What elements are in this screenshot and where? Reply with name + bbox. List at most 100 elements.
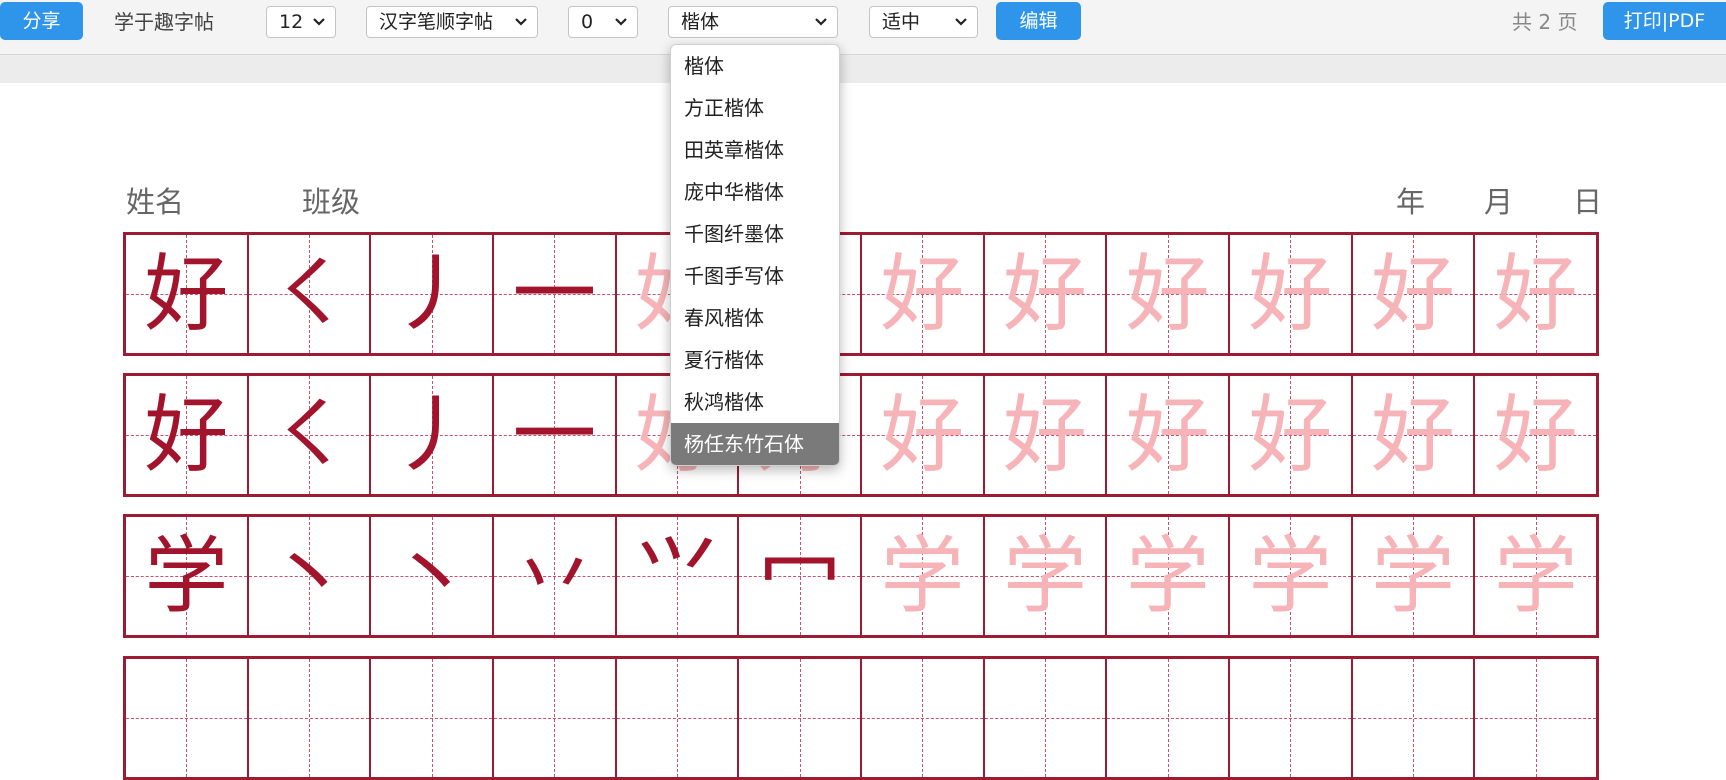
font-select-value: 楷体: [681, 11, 720, 33]
month-label: 月: [1484, 185, 1514, 219]
practice-glyph: 好: [880, 386, 965, 484]
grid-cell: 好: [1475, 376, 1596, 494]
grid-cell: 好: [1352, 235, 1476, 353]
practice-glyph: 冖: [757, 527, 842, 625]
grid-cell: ㇛: [248, 235, 372, 353]
grid-cell: 冖: [739, 517, 863, 635]
practice-glyph: 好: [1125, 245, 1210, 343]
practice-glyph: 一: [512, 386, 597, 484]
print-pdf-button[interactable]: 打印|PDF: [1603, 2, 1726, 40]
grid-row: 好㇛丿一好好好好好好好好: [123, 232, 1599, 356]
practice-glyph: ⺍: [635, 527, 720, 625]
grid-cell: 好: [126, 235, 249, 353]
chevron-down-icon: [515, 18, 527, 26]
practice-glyph: 好: [144, 245, 229, 343]
count-select-value: 12: [279, 11, 304, 33]
grid-cell: 好: [126, 376, 249, 494]
grid-cell: [862, 659, 985, 777]
grid-cell: 一: [494, 235, 617, 353]
grid-cell: 好: [1352, 376, 1476, 494]
font-option[interactable]: 春风楷体: [671, 297, 839, 339]
practice-glyph: ㇛: [267, 245, 352, 343]
grid-cell: 好: [1107, 235, 1231, 353]
grid-cell: [1230, 659, 1353, 777]
practice-glyph: 好: [1493, 386, 1578, 484]
grid-cell: 好: [862, 376, 985, 494]
grid-cell: [494, 659, 617, 777]
grid-cell: 学: [1352, 517, 1476, 635]
toolbar: 分享 学于趣字帖 12 汉字笔顺字帖 0 楷体 适中 编辑 共 2 页 打印|P…: [0, 0, 1726, 55]
chevron-down-icon: [313, 18, 325, 26]
grid-cell: [616, 659, 740, 777]
mode-select[interactable]: 汉字笔顺字帖: [366, 6, 538, 38]
practice-glyph: 学: [1125, 527, 1210, 625]
font-option[interactable]: 田英章楷体: [671, 129, 839, 171]
grid-row: 好㇛丿一好好好好好好好好: [123, 373, 1599, 497]
practice-glyph: 好: [1248, 386, 1333, 484]
font-option[interactable]: 夏行楷体: [671, 339, 839, 381]
font-option[interactable]: 庞中华楷体: [671, 171, 839, 213]
grid-cell: [248, 659, 372, 777]
practice-glyph: 丶: [389, 527, 474, 625]
practice-glyph: 一: [512, 245, 597, 343]
grid-cell: [1107, 659, 1231, 777]
font-option[interactable]: 秋鸿楷体: [671, 381, 839, 423]
practice-glyph: ㇛: [267, 386, 352, 484]
font-option[interactable]: 楷体: [671, 45, 839, 87]
grid-cell: 学: [1107, 517, 1231, 635]
grid-cell: 好: [862, 235, 985, 353]
grid-cell: 好: [1107, 376, 1231, 494]
grid-cell: [739, 659, 863, 777]
class-label: 班级: [302, 185, 361, 219]
practice-glyph: 丿: [389, 386, 474, 484]
grid-cell: 丶: [248, 517, 372, 635]
practice-glyph: 好: [1371, 386, 1456, 484]
font-dropdown-menu[interactable]: 楷体 方正楷体 田英章楷体 庞中华楷体 千图纤墨体 千图手写体 春风楷体 夏行楷体 秋鸿楷体 杨任…: [670, 44, 840, 466]
practice-glyph: 好: [1248, 245, 1333, 343]
subbar: [0, 55, 1726, 83]
practice-glyph: 丶: [267, 527, 352, 625]
grid-cell: 丷: [494, 517, 617, 635]
font-select[interactable]: 楷体: [668, 6, 838, 38]
practice-glyph: 丿: [389, 245, 474, 343]
share-button[interactable]: 分享: [0, 2, 83, 40]
practice-glyph: 好: [1003, 245, 1088, 343]
font-option[interactable]: 杨任东竹石体: [671, 423, 839, 465]
offset-select-value: 0: [581, 11, 594, 33]
practice-glyph: 学: [1493, 527, 1578, 625]
practice-glyph: 好: [1003, 386, 1088, 484]
practice-glyph: 学: [1003, 527, 1088, 625]
offset-select[interactable]: 0: [568, 6, 638, 38]
grid-cell: 好: [1230, 376, 1353, 494]
year-label: 年: [1396, 185, 1426, 219]
grid-cell: 学: [1475, 517, 1596, 635]
grid-cell: [1352, 659, 1476, 777]
grid-cell: 好: [1230, 235, 1353, 353]
grid-cell: 好: [984, 376, 1108, 494]
edit-button[interactable]: 编辑: [996, 2, 1081, 40]
chevron-down-icon: [955, 18, 967, 26]
grid-cell: 丿: [371, 376, 495, 494]
grid-cell: 丿: [371, 235, 495, 353]
grid-cell: [984, 659, 1108, 777]
grid-row-partial: [123, 656, 1599, 780]
grid-cell: ⺍: [616, 517, 740, 635]
day-label: 日: [1573, 185, 1603, 219]
practice-glyph: 好: [144, 386, 229, 484]
practice-glyph: 丷: [512, 527, 597, 625]
font-option[interactable]: 千图手写体: [671, 255, 839, 297]
count-select[interactable]: 12: [266, 6, 336, 38]
practice-glyph: 学: [144, 527, 229, 625]
grid-cell: [371, 659, 495, 777]
practice-glyph: 学: [880, 527, 965, 625]
grid-cell: 好: [1475, 235, 1596, 353]
font-option[interactable]: 千图纤墨体: [671, 213, 839, 255]
size-select[interactable]: 适中: [869, 6, 978, 38]
size-select-value: 适中: [882, 11, 921, 33]
grid-cell: 学: [862, 517, 985, 635]
practice-glyph: 好: [880, 245, 965, 343]
grid-cell: 学: [126, 517, 249, 635]
app-title: 学于趣字帖: [114, 10, 214, 34]
grid-cell: [126, 659, 249, 777]
font-option[interactable]: 方正楷体: [671, 87, 839, 129]
